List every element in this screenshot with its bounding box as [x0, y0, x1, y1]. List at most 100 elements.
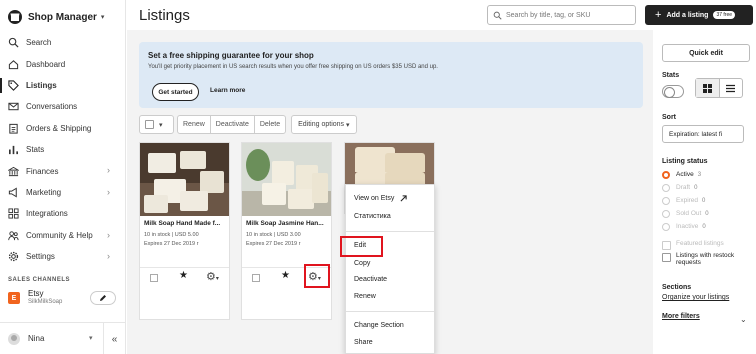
star-icon[interactable]: ★: [281, 270, 290, 281]
learn-more-link[interactable]: Learn more: [210, 87, 245, 94]
listing-image[interactable]: [345, 143, 434, 173]
get-started-button[interactable]: Get started: [152, 83, 199, 101]
radio-button[interactable]: [662, 222, 670, 231]
sidebar-item-marketing[interactable]: Marketing ›: [0, 182, 125, 203]
listing-checkbox[interactable]: [252, 274, 260, 282]
menu-item-copy[interactable]: Copy: [354, 260, 370, 267]
more-filters-link[interactable]: More filters: [662, 313, 700, 320]
listing-price: USD 5.00: [174, 232, 199, 238]
sidebar-item-label: Dashboard: [26, 59, 66, 69]
radio-button[interactable]: [662, 170, 670, 179]
menu-item-renew[interactable]: Renew: [354, 293, 376, 300]
listing-checkbox[interactable]: [150, 274, 158, 282]
checkbox[interactable]: [662, 241, 671, 250]
etsy-logo-icon: E: [8, 292, 20, 304]
people-icon: [8, 231, 19, 240]
grid-view-button[interactable]: [696, 79, 720, 97]
bank-icon: [8, 166, 19, 176]
avatar[interactable]: [8, 333, 20, 345]
sidebar-item-conversations[interactable]: Conversations: [0, 96, 125, 117]
banner-subtitle: You'll get priority placement in US sear…: [148, 64, 438, 70]
listing-expiry: Expires 27 Dec 2019 г: [144, 241, 199, 247]
mail-icon: [8, 103, 19, 111]
listing-title[interactable]: Milk Soap Hand Made f...: [144, 220, 228, 227]
menu-item-view-on-etsy[interactable]: View on Etsy: [354, 195, 407, 202]
radio-button[interactable]: [662, 196, 670, 205]
search-placeholder: Search by title, tag, or SKU: [506, 11, 591, 19]
menu-item-stats[interactable]: Статистика: [354, 213, 391, 220]
sales-channels-heading: SALES CHANNELS: [8, 277, 71, 283]
listing-price: USD 3.00: [276, 232, 301, 238]
listing-stock: 10 in stock: [144, 232, 171, 238]
sidebar-item-label: Settings: [26, 252, 55, 262]
status-expired-radio[interactable]: Expired 0: [662, 195, 705, 206]
user-name[interactable]: Nina: [28, 334, 44, 343]
chevron-down-icon[interactable]: ▾: [89, 334, 93, 342]
search-icon: [8, 38, 19, 48]
listing-image[interactable]: [140, 143, 229, 216]
edit-shop-button[interactable]: [90, 291, 116, 305]
radio-button[interactable]: [662, 209, 670, 218]
status-label: Inactive: [676, 223, 699, 230]
tag-icon: [8, 80, 19, 91]
star-icon[interactable]: ★: [179, 270, 188, 281]
menu-item-deactivate[interactable]: Deactivate: [354, 276, 387, 283]
chevron-down-icon[interactable]: ⌄: [740, 315, 747, 324]
add-listing-button[interactable]: + Add a listing 37 free: [645, 5, 753, 25]
gear-icon[interactable]: ⚙▾: [206, 270, 219, 283]
bar-chart-icon: [9, 145, 18, 155]
collapse-sidebar-button[interactable]: «: [103, 323, 125, 354]
sidebar-item-label: Finances: [26, 166, 59, 176]
listing-card[interactable]: Milk Soap Jasmine Han... 10 in stock | U…: [241, 142, 332, 320]
renew-button[interactable]: Renew: [178, 116, 211, 133]
status-sold-out-radio[interactable]: Sold Out 0: [662, 208, 709, 219]
listing-title[interactable]: Milk Soap Jasmine Han...: [246, 220, 330, 227]
sidebar-item-settings[interactable]: Settings ›: [0, 246, 125, 267]
sidebar-item-stats[interactable]: Stats: [0, 139, 125, 160]
stats-toggle[interactable]: [662, 85, 684, 98]
sales-channel-etsy[interactable]: E Etsy SilkMilkSoap: [8, 289, 118, 311]
sort-select[interactable]: Expiration: latest fi: [662, 125, 744, 143]
sidebar-item-listings[interactable]: Listings: [0, 75, 125, 96]
deactivate-button[interactable]: Deactivate: [211, 116, 255, 133]
chevron-down-icon: ▾: [344, 121, 350, 129]
radio-button[interactable]: [662, 183, 670, 192]
checkbox[interactable]: [662, 253, 671, 262]
shop-manager-header[interactable]: Shop Manager ▾: [8, 8, 104, 26]
restock-requests-checkbox[interactable]: Listings with restock requests: [662, 252, 752, 266]
menu-item-share[interactable]: Share: [354, 339, 373, 346]
organize-listings-link[interactable]: Organize your listings: [662, 294, 729, 301]
status-count: 0: [694, 184, 698, 191]
sidebar: Shop Manager ▾ Search Dashboard Listings…: [0, 0, 126, 354]
sidebar-item-integrations[interactable]: Integrations: [0, 203, 125, 224]
select-all-dropdown[interactable]: ▾: [139, 115, 174, 134]
listing-image[interactable]: [242, 143, 331, 216]
external-link-icon: [400, 195, 407, 202]
menu-item-change-section[interactable]: Change Section: [354, 322, 404, 329]
sidebar-item-finances[interactable]: Finances ›: [0, 160, 125, 181]
listing-card[interactable]: [344, 142, 435, 173]
editing-options-label: Editing options: [298, 121, 345, 128]
list-view-button[interactable]: [720, 79, 743, 97]
menu-divider: [346, 231, 434, 232]
free-shipping-banner: Set a free shipping guarantee for your s…: [139, 42, 643, 108]
view-toggle: [695, 78, 743, 98]
listing-card[interactable]: Milk Soap Hand Made f... 10 in stock | U…: [139, 142, 230, 320]
featured-listings-checkbox[interactable]: Featured listings: [662, 240, 724, 250]
status-active-radio[interactable]: Active 3: [662, 169, 701, 180]
status-label: Active: [676, 171, 694, 178]
search-input[interactable]: Search by title, tag, or SKU: [487, 5, 636, 25]
sidebar-item-search[interactable]: Search: [0, 32, 125, 53]
status-inactive-radio[interactable]: Inactive 0: [662, 221, 706, 232]
sidebar-nav: Search Dashboard Listings Conversations …: [0, 32, 125, 267]
sidebar-item-orders-shipping[interactable]: Orders & Shipping: [0, 118, 125, 139]
sidebar-item-community-help[interactable]: Community & Help ›: [0, 225, 125, 246]
status-draft-radio[interactable]: Draft 0: [662, 182, 697, 193]
select-all-checkbox[interactable]: [145, 120, 154, 129]
status-count: 0: [702, 197, 706, 204]
sidebar-item-dashboard[interactable]: Dashboard: [0, 53, 125, 74]
sidebar-item-label: Conversations: [26, 102, 78, 112]
quick-edit-button[interactable]: Quick edit: [662, 44, 750, 62]
delete-button[interactable]: Delete: [255, 116, 285, 133]
editing-options-dropdown[interactable]: Editing options ▾: [291, 115, 357, 134]
